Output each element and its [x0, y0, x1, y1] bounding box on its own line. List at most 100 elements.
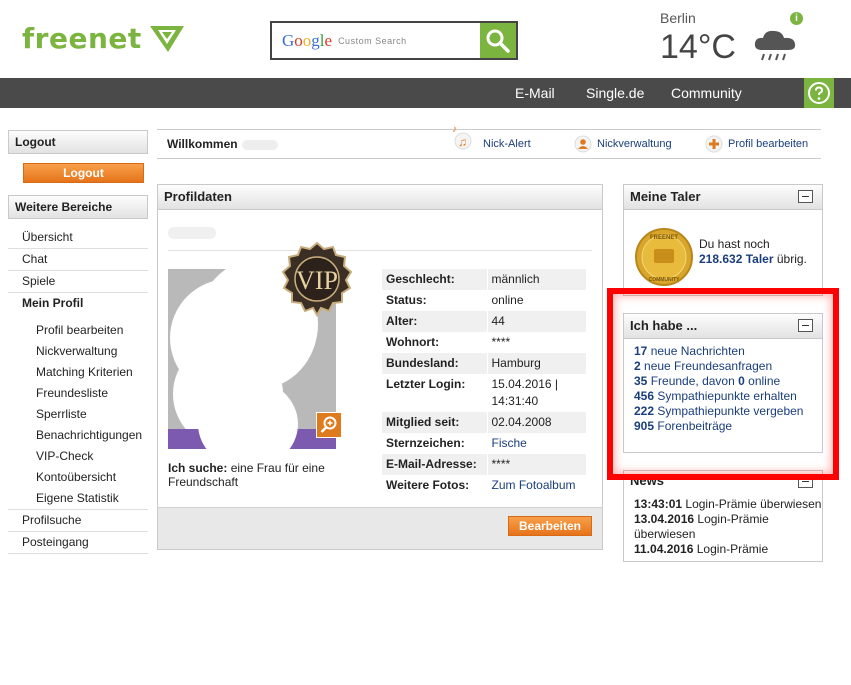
sidebar-item-matching-kriterien[interactable]: Matching Kriterien — [8, 362, 148, 383]
sidebar-item-profil-bearbeiten[interactable]: Profil bearbeiten — [8, 320, 148, 341]
nav-email[interactable]: E-Mail — [515, 85, 555, 101]
edit-profile-button[interactable]: Bearbeiten — [508, 516, 592, 536]
sidebar-item-nickverwaltung[interactable]: Nickverwaltung — [8, 341, 148, 362]
more-areas-heading: Weitere Bereiche — [8, 195, 148, 219]
profil-bearbeiten-link[interactable]: Profil bearbeiten — [728, 138, 808, 150]
table-row: Mitglied seit: 02.04.2008 — [382, 412, 586, 433]
table-row: Weitere Fotos: Zum Fotoalbum — [382, 475, 586, 496]
google-brand: Google — [282, 30, 333, 50]
svg-text:FREENET: FREENET — [650, 235, 678, 241]
news-item[interactable]: 13:43:01 Login-Prämie überwiesen — [634, 497, 822, 512]
plus-icon — [705, 135, 723, 153]
taler-text: Du hast noch 218.632 Taler übrig. — [699, 237, 807, 266]
sidebar-item-benachrichtigungen[interactable]: Benachrichtigungen — [8, 425, 148, 446]
news-box: News 13:43:01 Login-Prämie überwiesen 13… — [623, 470, 823, 562]
table-row: Wohnort: **** — [382, 332, 586, 353]
sidebar-item-spiele[interactable]: Spiele — [8, 271, 148, 293]
help-button[interactable] — [804, 78, 834, 108]
profile-box-title: Profildaten — [158, 185, 602, 210]
profile-name — [168, 221, 592, 251]
taler-title: Meine Taler — [630, 189, 701, 204]
weather-city: Berlin — [660, 10, 696, 26]
sidebar-item-mein-profil[interactable]: Mein Profil — [8, 293, 148, 314]
ich-habe-head: Ich habe ... — [624, 314, 822, 339]
logout-button[interactable]: Logout — [23, 163, 144, 183]
svg-text:VIP: VIP — [296, 266, 338, 295]
taler-amount: 218.632 Taler — [699, 252, 774, 266]
music-note-icon: ♪ ♫ — [452, 124, 472, 150]
news-item[interactable]: 11.04.2016 Login-Prämie — [634, 542, 822, 557]
sidebar-item-sperrliste[interactable]: Sperrliste — [8, 404, 148, 425]
ich-habe-box: Ich habe ... 17 neue Nachrichten 2 neue … — [623, 313, 823, 453]
taler-coin-icon: FREENET COMMUNITY — [635, 228, 693, 286]
sidebar-item-posteingang[interactable]: Posteingang — [8, 532, 148, 554]
main-navbar: E-Mail Single.de Community — [0, 78, 851, 108]
table-row: Bundesland: Hamburg — [382, 353, 586, 374]
search-icon — [486, 29, 510, 53]
sidebar-item-kontouebersicht[interactable]: Kontoübersicht — [8, 467, 148, 488]
sidebar-item-profilsuche[interactable]: Profilsuche — [8, 510, 148, 532]
nick-alert-link[interactable]: Nick-Alert — [483, 138, 531, 150]
search-placeholder: Custom Search — [338, 35, 407, 46]
logout-heading: Logout — [8, 130, 148, 154]
sidebar-item-uebersicht[interactable]: Übersicht — [8, 227, 148, 249]
news-item[interactable]: 13.04.2016 Login-Prämie überwiesen — [634, 512, 822, 542]
list-item[interactable]: 17 neue Nachrichten — [634, 344, 812, 359]
user-icon — [574, 135, 592, 153]
taler-box: Meine Taler FREENET COMMUNITY Du hast no… — [623, 184, 823, 296]
blank-area — [0, 562, 851, 685]
table-row: Alter: 44 — [382, 311, 586, 332]
nav-community[interactable]: Community — [671, 85, 742, 101]
help-icon — [808, 82, 830, 104]
search-input[interactable]: Google Custom Search — [272, 23, 480, 58]
table-row: E-Mail-Adresse: **** — [382, 454, 586, 475]
logo-text: freenet — [22, 22, 142, 55]
vip-badge-icon: VIP — [281, 241, 353, 318]
blurred-name — [168, 227, 216, 239]
table-row: Status: online — [382, 290, 586, 311]
left-sidebar: Logout Logout Weitere Bereiche Übersicht… — [8, 130, 148, 554]
minimize-taler-button[interactable] — [798, 190, 813, 203]
profile-footer: Bearbeiten — [158, 507, 602, 549]
weather-info-icon[interactable]: i — [790, 12, 803, 25]
sidebar-item-chat[interactable]: Chat — [8, 249, 148, 271]
news-list: 13:43:01 Login-Prämie überwiesen 13.04.2… — [634, 497, 822, 557]
sidebar-item-eigene-statistik[interactable]: Eigene Statistik — [8, 488, 148, 510]
table-row: Sternzeichen: Fische — [382, 433, 586, 454]
weather-temperature: 14°C — [660, 28, 736, 66]
freenet-logo[interactable]: freenet — [22, 22, 186, 55]
zoom-photo-button[interactable] — [316, 412, 342, 438]
nickverwaltung-link[interactable]: Nickverwaltung — [597, 138, 672, 150]
sidebar-item-freundesliste[interactable]: Freundesliste — [8, 383, 148, 404]
list-item[interactable]: 2 neue Freundesanfragen — [634, 359, 812, 374]
blurred-username — [241, 139, 278, 150]
freenet-logo-icon — [149, 25, 184, 52]
seek-text: Ich suche: eine Frau für eine Freundscha… — [168, 461, 325, 489]
taler-box-head: Meine Taler — [624, 185, 822, 210]
minimize-ich-habe-button[interactable] — [798, 319, 813, 332]
search-button[interactable] — [480, 23, 516, 58]
list-item[interactable]: 456 Sympathiepunkte erhalten — [634, 389, 812, 404]
fotoalbum-link[interactable]: Zum Fotoalbum — [487, 475, 586, 496]
google-search: Google Custom Search — [270, 21, 518, 60]
list-item[interactable]: 222 Sympathiepunkte vergeben — [634, 404, 812, 419]
welcome-text: Willkommen — [167, 137, 278, 151]
table-row: Geschlecht: männlich — [382, 269, 586, 290]
list-item[interactable]: 35 Freunde, davon 0 online — [634, 374, 812, 389]
ich-habe-list: 17 neue Nachrichten 2 neue Freundesanfra… — [624, 339, 822, 439]
magnifier-plus-icon — [320, 416, 337, 433]
svg-text:♫: ♫ — [458, 135, 467, 149]
table-row: Letzter Login: 15.04.2016 | 14:31:40 — [382, 374, 586, 412]
list-item[interactable]: 905 Forenbeiträge — [634, 419, 812, 434]
welcome-bar: Willkommen ♪ ♫ Nick-Alert Nickverwaltung… — [157, 124, 821, 159]
profile-table: Geschlecht: männlich Status: online Alter:… — [382, 269, 586, 496]
ich-habe-title: Ich habe ... — [630, 318, 698, 333]
weather-widget: Berlin 14°C — [660, 10, 736, 67]
sternzeichen-link[interactable]: Fische — [487, 433, 586, 454]
profile-box: Profildaten VIP Ich suche: eine Frau für… — [157, 184, 603, 550]
nav-single-de[interactable]: Single.de — [586, 85, 644, 101]
rain-cloud-icon — [754, 30, 796, 61]
sidebar-item-vip-check[interactable]: VIP-Check — [8, 446, 148, 467]
svg-text:COMMUNITY: COMMUNITY — [649, 277, 680, 283]
svg-text:♪: ♪ — [452, 124, 457, 135]
